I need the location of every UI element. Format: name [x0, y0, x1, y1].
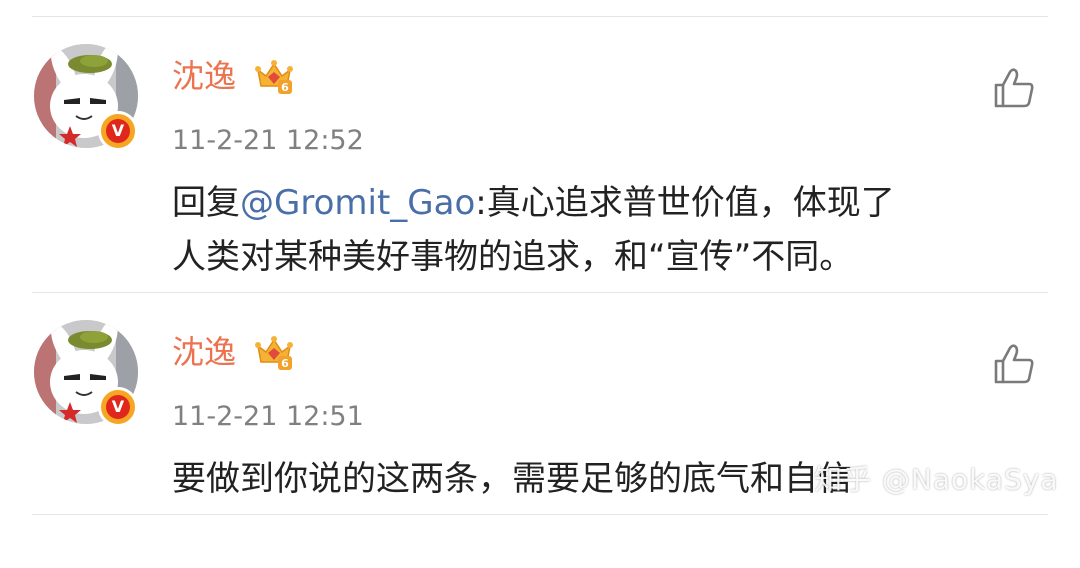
- crown-vip-icon: 6: [255, 336, 293, 370]
- comment-item: V 沈逸 6 11-2-21 12:51 要做到你说的这两条，需要足够的底气和自…: [0, 292, 1080, 568]
- vip-level: 6: [281, 81, 289, 94]
- reply-prefix: 回复: [172, 183, 240, 223]
- username[interactable]: 沈逸: [172, 56, 236, 96]
- comment-line-1: 回复@Gromit_Gao:真心追求普世价值，体现了: [172, 176, 1042, 230]
- zhihu-watermark: 知乎 @NaokaSya: [814, 463, 1059, 496]
- comment-line-2: 人类对某种美好事物的追求，和“宣传”不同。: [172, 237, 854, 277]
- comment-item: V 沈逸 6 11-2-21 12:52 回复@Gromit_Gao:真心追求普…: [0, 16, 1080, 292]
- timestamp: 11-2-21 12:51: [172, 401, 364, 432]
- thumbs-up-icon[interactable]: [992, 66, 1036, 110]
- v-badge-icon: V: [98, 111, 138, 151]
- timestamp: 11-2-21 12:52: [172, 125, 364, 156]
- vip-level: 6: [281, 357, 289, 370]
- verified-label: V: [106, 119, 130, 143]
- bottom-divider: [32, 514, 1048, 515]
- verified-label: V: [106, 395, 130, 419]
- mention-link[interactable]: @Gromit_Gao: [240, 183, 475, 223]
- comment-line-1-rest: :真心追求普世价值，体现了: [475, 183, 895, 223]
- v-badge-icon: V: [98, 387, 138, 427]
- username[interactable]: 沈逸: [172, 332, 236, 372]
- comment-text: 回复@Gromit_Gao:真心追求普世价值，体现了 人类对某种美好事物的追求，…: [172, 176, 1042, 284]
- crown-vip-icon: 6: [255, 60, 293, 94]
- thumbs-up-icon[interactable]: [992, 342, 1036, 386]
